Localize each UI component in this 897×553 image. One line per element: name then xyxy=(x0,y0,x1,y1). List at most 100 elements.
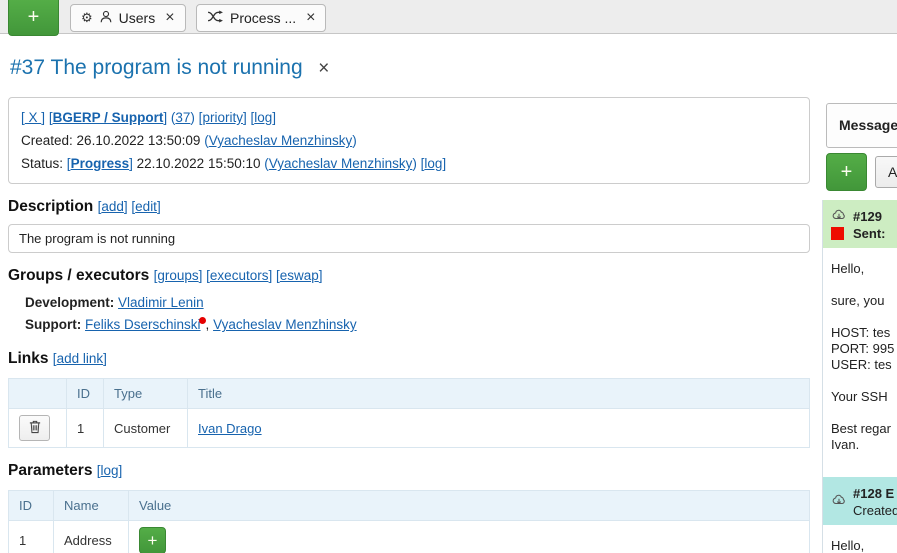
process-info-line-created: Created: 26.10.2022 13:50:09 (Vyacheslav… xyxy=(21,129,797,152)
groups-heading-label: Groups / executors xyxy=(8,267,149,284)
table-row: 1 Customer Ivan Drago xyxy=(9,409,810,448)
tab-messages[interactable]: Messages xyxy=(826,103,897,148)
new-tab-button[interactable]: + xyxy=(8,0,59,36)
column-header-value: Value xyxy=(129,491,810,521)
page-close-icon[interactable]: × xyxy=(318,58,329,79)
user-icon xyxy=(99,10,113,27)
bracket: ] xyxy=(157,199,161,214)
separator: , xyxy=(206,317,214,332)
page-title: #37 The program is not running xyxy=(10,56,303,79)
description-edit-link[interactable]: edit xyxy=(135,199,157,214)
bracket: ] xyxy=(129,156,133,171)
tab-users-close-icon[interactable]: × xyxy=(165,9,174,27)
tab-process[interactable]: Process ... × xyxy=(196,4,326,32)
message-id: #128 E xyxy=(853,485,897,502)
process-id-link[interactable]: 37 xyxy=(175,110,190,125)
tab-process-close-icon[interactable]: × xyxy=(306,9,315,27)
executor-link[interactable]: Vyacheslav Menzhinsky xyxy=(213,317,357,332)
process-info-line-links: [ X ] [BGERP / Support] (37) [priority] … xyxy=(21,106,797,129)
paren: ) xyxy=(352,133,357,148)
message-icon xyxy=(831,208,847,225)
bracket: ] xyxy=(199,268,203,283)
bracket: ] xyxy=(41,110,45,125)
tab-users[interactable]: ⚙ Users × xyxy=(70,4,186,32)
message-status-label: Sent: xyxy=(853,225,886,242)
bracket: ] xyxy=(442,156,446,171)
links-table: ID Type Title xyxy=(8,378,810,448)
links-heading-label: Links xyxy=(8,350,48,367)
priority-link[interactable]: priority xyxy=(202,110,243,125)
bracket: ] xyxy=(124,199,128,214)
tab-users-label: Users xyxy=(119,10,156,26)
process-info-line-status: Status: [Progress] 22.10.2022 15:50:10 (… xyxy=(21,152,797,175)
bracket: ] xyxy=(119,463,123,478)
column-header-id: ID xyxy=(67,379,104,409)
description-add-link[interactable]: add xyxy=(101,199,124,214)
param-name-cell: Address xyxy=(54,521,129,553)
log-link[interactable]: log xyxy=(254,110,272,125)
message-header-129[interactable]: #129 Sent: xyxy=(823,200,897,248)
link-type-cell: Customer xyxy=(104,409,188,448)
status-user-link[interactable]: Vyacheslav Menzhinsky xyxy=(269,156,413,171)
all-messages-button[interactable]: All xyxy=(875,156,897,188)
message-body: Hello, xyxy=(823,525,897,553)
description-heading-label: Description xyxy=(8,198,93,215)
parameters-heading: Parameters [log] xyxy=(8,462,810,480)
unread-indicator-dot xyxy=(199,317,206,324)
process-close-link[interactable]: X xyxy=(25,110,42,125)
bracket: ] xyxy=(163,110,167,125)
delete-link-button[interactable] xyxy=(19,415,50,441)
project-link[interactable]: BGERP / Support xyxy=(53,110,164,125)
status-datetime: 22.10.2022 15:50:10 xyxy=(137,156,261,171)
paren: ) xyxy=(190,110,195,125)
group-label: Support: xyxy=(25,317,81,332)
bracket: ] xyxy=(103,351,107,366)
created-user-link[interactable]: Vyacheslav Menzhinsky xyxy=(209,133,353,148)
message-id: #129 xyxy=(853,208,886,225)
table-row: 1 Address + xyxy=(9,521,810,553)
param-id-cell: 1 xyxy=(9,521,54,553)
add-message-button[interactable]: + xyxy=(826,153,867,191)
executor-row-development: Development: Vladimir Lenin xyxy=(25,292,810,314)
groups-link[interactable]: groups xyxy=(157,268,198,283)
links-heading: Links [add link] xyxy=(8,350,810,368)
message-body: Hello, sure, you HOST: tes PORT: 995 USE… xyxy=(823,248,897,477)
link-id-cell: 1 xyxy=(67,409,104,448)
groups-executors-heading: Groups / executors [groups] [executors] … xyxy=(8,267,810,285)
message-list: #129 Sent: Hello, sure, you HOST: tes PO… xyxy=(822,200,897,553)
executors-link[interactable]: executors xyxy=(210,268,269,283)
message-header-128[interactable]: #128 E Created: xyxy=(823,477,897,525)
description-heading: Description [add] [edit] xyxy=(8,198,810,216)
parameters-heading-label: Parameters xyxy=(8,462,92,479)
tab-process-label: Process ... xyxy=(230,10,296,26)
column-header-name: Name xyxy=(54,491,129,521)
column-header-type: Type xyxy=(104,379,188,409)
message-status-label: Created: xyxy=(853,502,897,519)
group-label: Development: xyxy=(25,295,114,310)
gear-icon: ⚙ xyxy=(81,11,93,26)
trash-icon xyxy=(29,420,41,437)
add-param-value-button[interactable]: + xyxy=(139,527,166,553)
executor-row-support: Support: Feliks Dserschinski, Vyacheslav… xyxy=(25,314,810,336)
add-link-link[interactable]: add link xyxy=(57,351,104,366)
column-header-action xyxy=(9,379,67,409)
column-header-id: ID xyxy=(9,491,54,521)
paren: ) xyxy=(412,156,417,171)
executor-link[interactable]: Vladimir Lenin xyxy=(118,295,204,310)
top-tab-bar: + ⚙ Users × Process ... × xyxy=(0,0,897,34)
shuffle-icon xyxy=(207,10,224,26)
executor-link[interactable]: Feliks Dserschinski xyxy=(85,317,201,332)
link-title-link[interactable]: Ivan Drago xyxy=(198,421,262,436)
status-link[interactable]: Progress xyxy=(71,156,130,171)
eswap-link[interactable]: eswap xyxy=(280,268,319,283)
status-log-link[interactable]: log xyxy=(424,156,442,171)
unread-indicator-square xyxy=(831,227,844,240)
message-icon xyxy=(831,493,847,510)
parameters-table: ID Name Value 1 Address + xyxy=(8,490,810,553)
parameters-log-link[interactable]: log xyxy=(101,463,119,478)
created-datetime: 26.10.2022 13:50:09 xyxy=(77,133,201,148)
bracket: ] xyxy=(243,110,247,125)
bracket: ] xyxy=(272,110,276,125)
bracket: ] xyxy=(268,268,272,283)
created-label: Created: xyxy=(21,133,73,148)
